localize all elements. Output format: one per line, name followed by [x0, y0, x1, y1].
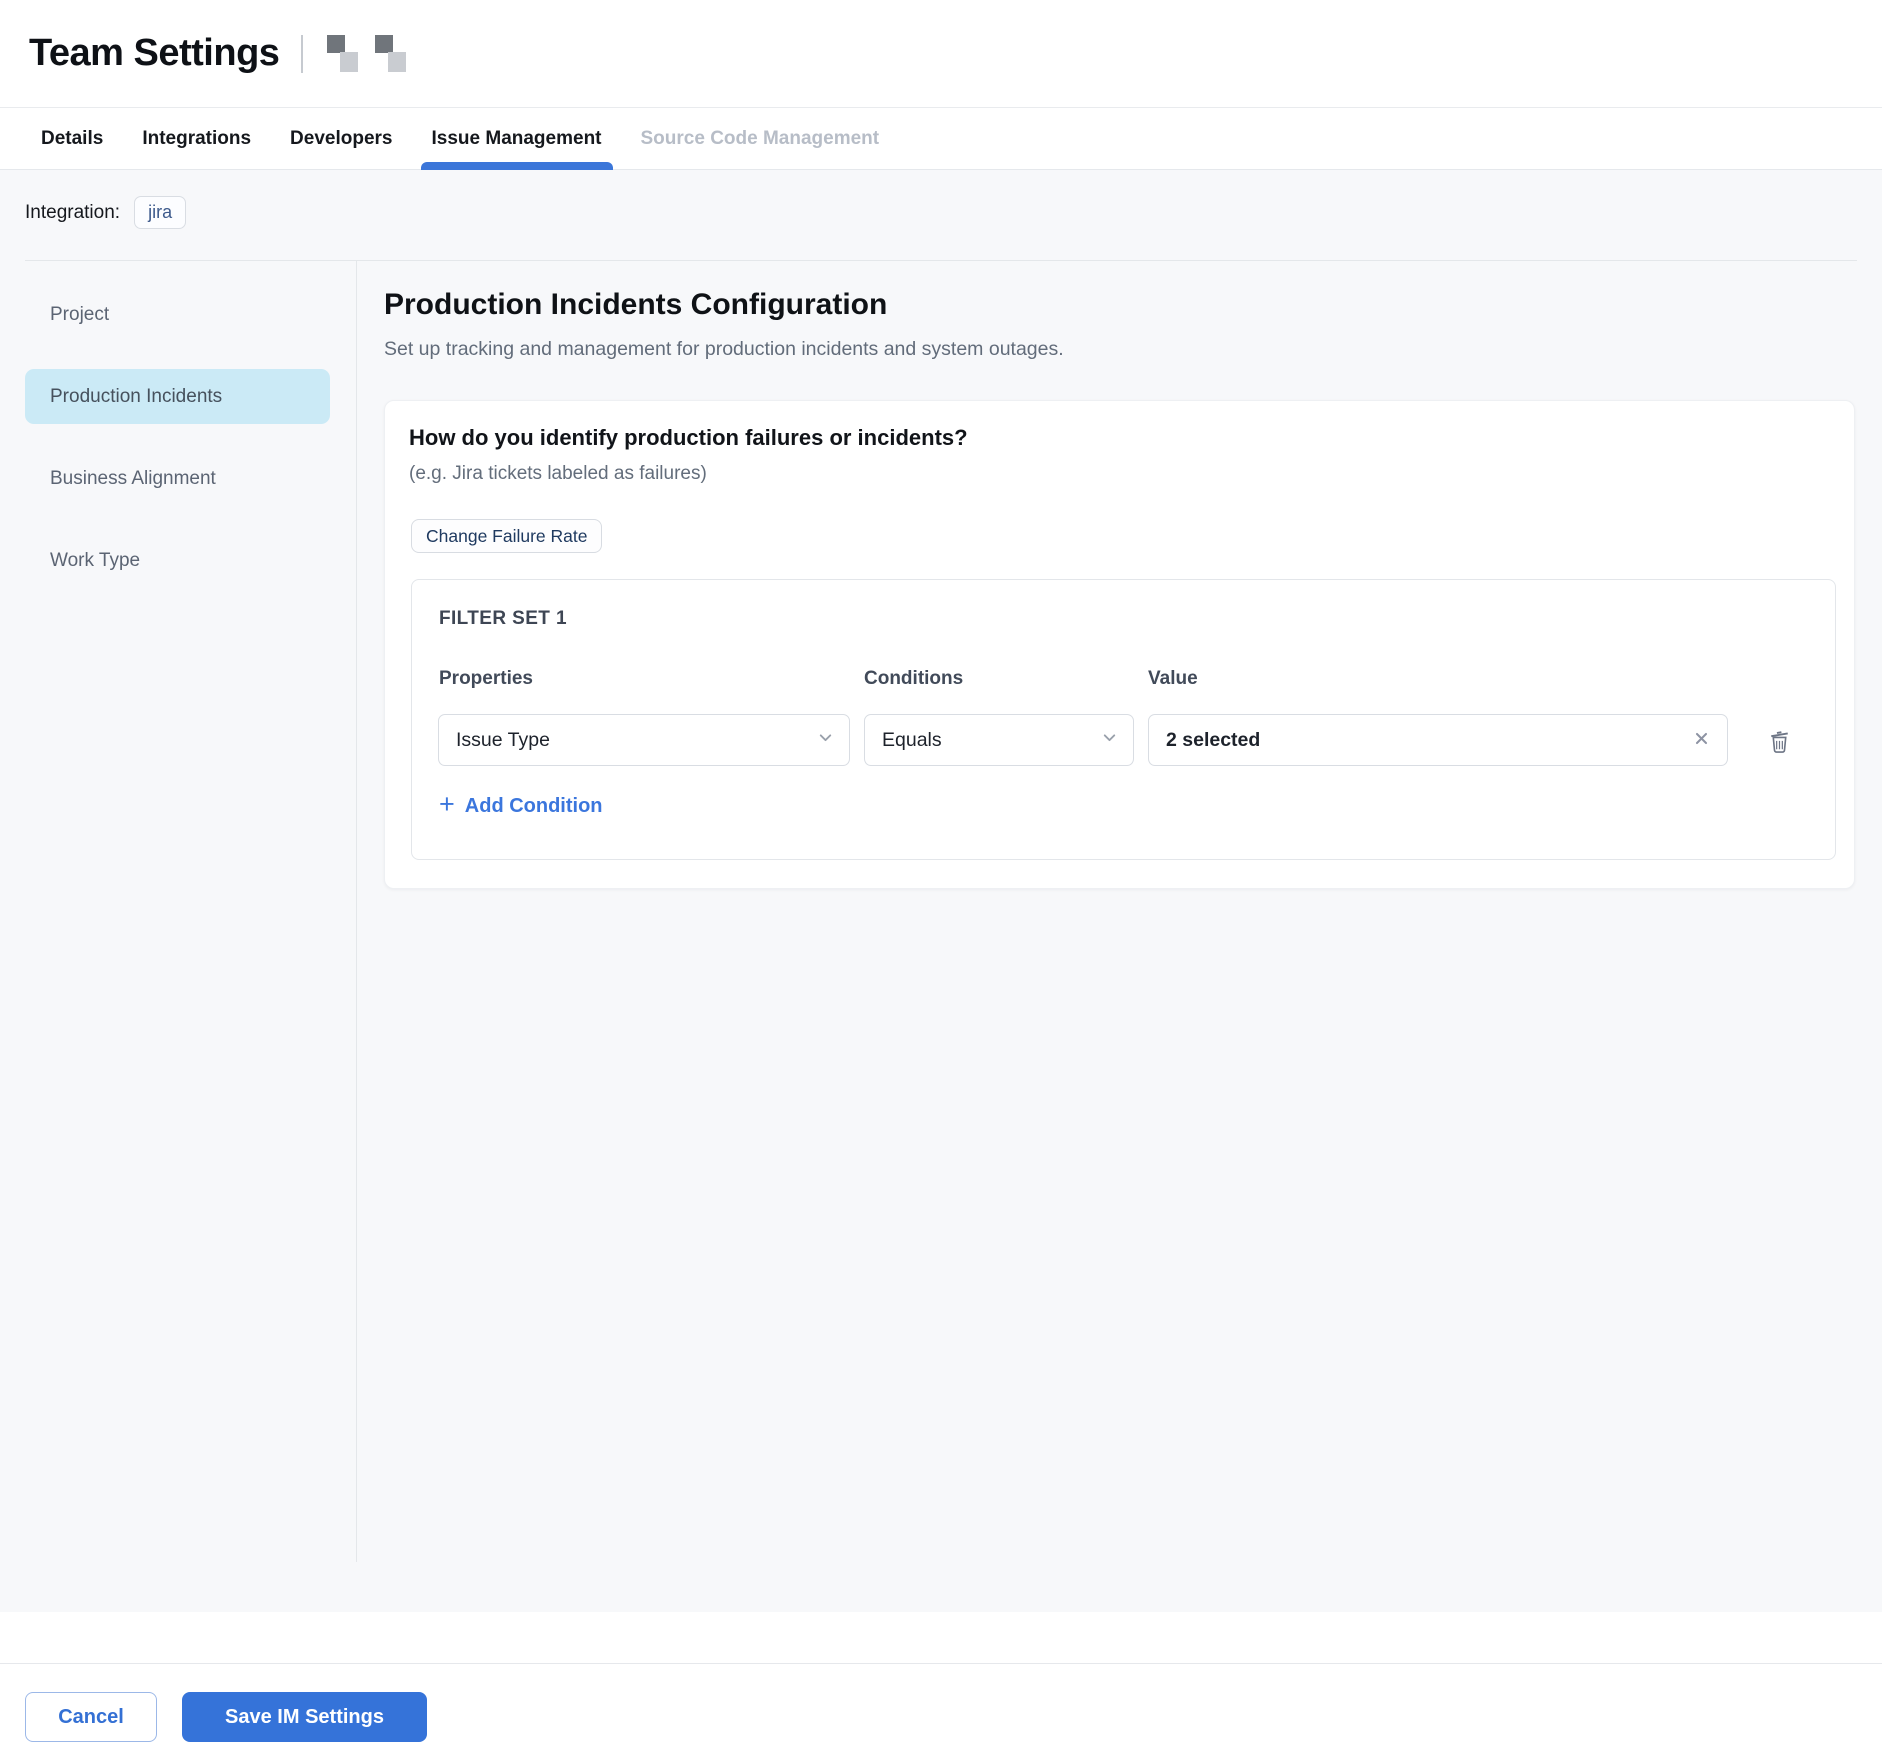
integration-row: Integration: jira [25, 196, 186, 229]
tab-label: Issue Management [432, 128, 602, 150]
filter-set-title: FILTER SET 1 [439, 608, 567, 630]
column-header-value: Value [1148, 668, 1198, 690]
plus-icon: + [439, 791, 455, 818]
pixel-light-square [340, 52, 358, 72]
trash-icon [1766, 728, 1793, 758]
footer-action-bar: Cancel Save IM Settings [0, 1663, 1882, 1762]
column-header-properties: Properties [439, 668, 533, 690]
pixelated-placeholder-icon [327, 35, 358, 72]
pixel-light-square [388, 52, 406, 72]
active-tab-underline [421, 162, 613, 170]
title-bar: Team Settings [0, 0, 1882, 108]
cancel-button[interactable]: Cancel [25, 1692, 157, 1742]
section-subtitle: Set up tracking and management for produ… [384, 338, 1064, 361]
condition-select[interactable]: Equals [864, 714, 1134, 766]
sidebar-item-label: Production Incidents [50, 386, 222, 408]
column-header-conditions: Conditions [864, 668, 963, 690]
tab-integrations[interactable]: Integrations [142, 109, 251, 169]
add-condition-label: Add Condition [465, 795, 603, 818]
tab-label: Integrations [142, 128, 251, 150]
condition-select-value: Equals [882, 729, 942, 752]
value-multiselect[interactable]: 2 selected [1148, 714, 1728, 766]
page-title: Team Settings [29, 32, 279, 75]
title-divider [301, 35, 303, 73]
pixelated-placeholder-icon [375, 35, 406, 72]
sidebar-item-label: Work Type [50, 550, 140, 572]
tab-details[interactable]: Details [41, 109, 103, 169]
content-area: Integration: jira Project Production Inc… [0, 170, 1882, 1612]
property-select-value: Issue Type [456, 729, 550, 752]
sidebar-item-project[interactable]: Project [25, 287, 330, 342]
value-selected-count: 2 selected [1166, 729, 1260, 752]
settings-sidebar: Project Production Incidents Business Al… [25, 260, 330, 588]
sidebar-item-label: Business Alignment [50, 468, 216, 490]
pixel-dark-square [327, 35, 345, 53]
property-select[interactable]: Issue Type [438, 714, 850, 766]
incidents-config-card: How do you identify production failures … [384, 400, 1855, 889]
save-im-settings-button[interactable]: Save IM Settings [182, 1692, 427, 1742]
config-hint: (e.g. Jira tickets labeled as failures) [409, 463, 707, 485]
filter-set-box: FILTER SET 1 Properties Conditions Value… [411, 579, 1836, 860]
sidebar-item-production-incidents[interactable]: Production Incidents [25, 369, 330, 424]
delete-condition-button[interactable] [1764, 726, 1795, 760]
integration-badge: jira [134, 196, 186, 229]
tab-bar: Details Integrations Developers Issue Ma… [0, 109, 1882, 170]
tab-source-code-management[interactable]: Source Code Management [641, 109, 880, 169]
tab-developers[interactable]: Developers [290, 109, 392, 169]
close-icon [1692, 729, 1711, 751]
main-panel: Production Incidents Configuration Set u… [384, 260, 1855, 1472]
add-condition-link[interactable]: + Add Condition [439, 794, 603, 818]
team-settings-page: Team Settings Details Integrations Devel… [0, 0, 1882, 1762]
chevron-down-icon [816, 728, 835, 753]
tab-label: Details [41, 128, 103, 150]
sidebar-item-label: Project [50, 304, 109, 326]
tab-label: Developers [290, 128, 392, 150]
pixel-dark-square [375, 35, 393, 53]
chevron-down-icon [1100, 728, 1119, 753]
section-title: Production Incidents Configuration [384, 288, 887, 322]
change-failure-rate-chip[interactable]: Change Failure Rate [411, 519, 602, 553]
sidebar-item-business-alignment[interactable]: Business Alignment [25, 451, 330, 506]
tab-label: Source Code Management [641, 128, 880, 150]
sidebar-divider [356, 260, 357, 1562]
clear-value-button[interactable] [1690, 727, 1713, 753]
config-question: How do you identify production failures … [409, 425, 968, 451]
integration-label: Integration: [25, 202, 120, 224]
sidebar-item-work-type[interactable]: Work Type [25, 533, 330, 588]
tab-issue-management[interactable]: Issue Management [432, 109, 602, 169]
